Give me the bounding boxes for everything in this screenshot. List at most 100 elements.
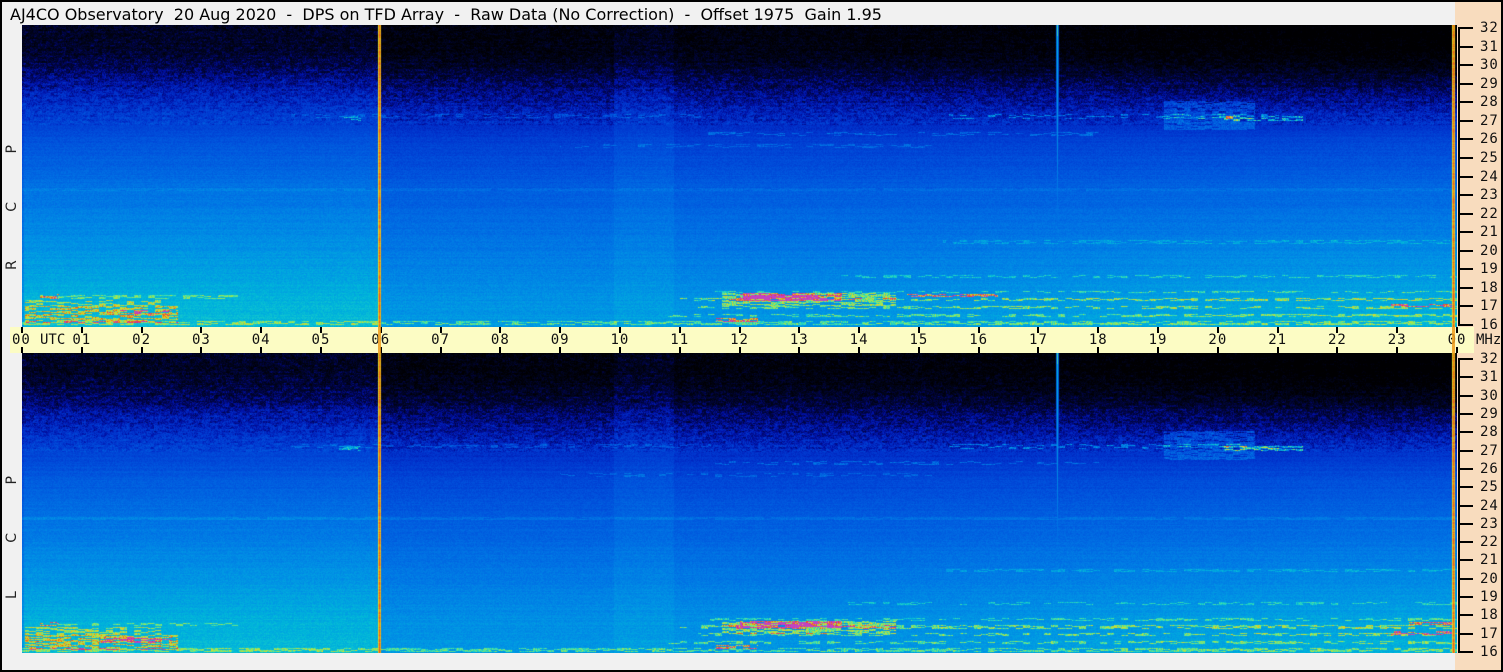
freq-tick-label: 20 — [1480, 570, 1499, 587]
freq-tick — [1458, 614, 1473, 617]
freq-tick-label: 25 — [1480, 149, 1499, 166]
freq-tick — [1458, 268, 1473, 271]
freq-tick-label: 30 — [1480, 387, 1499, 404]
time-axis: 0001020304050607080910111213141516171819… — [10, 327, 1474, 353]
freq-tick — [1458, 431, 1473, 434]
time-tick-label: 20 — [1208, 332, 1228, 348]
freq-tick — [1458, 27, 1473, 29]
freq-tick-label: 28 — [1480, 94, 1499, 111]
time-tick-label: 00 — [1447, 332, 1467, 348]
freq-tick-label: 24 — [1480, 497, 1499, 514]
freq-tick — [1458, 156, 1473, 159]
time-tick-label: 05 — [311, 332, 331, 348]
freq-tick-label: 19 — [1480, 589, 1499, 606]
freq-tick-label: 27 — [1480, 442, 1499, 459]
freq-tick-label: 28 — [1480, 424, 1499, 441]
spectrogram-panel-lcp — [22, 353, 1457, 653]
cal-line-overlay — [378, 327, 381, 353]
freq-tick — [1458, 82, 1473, 85]
freq-tick — [1458, 632, 1473, 635]
lcp-axis-label: L C P — [4, 459, 20, 599]
freq-tick — [1458, 138, 1473, 141]
freq-tick — [1458, 376, 1473, 379]
page-title: AJ4CO Observatory 20 Aug 2020 - DPS on T… — [10, 5, 882, 24]
freq-tick-label: 31 — [1480, 369, 1499, 386]
freq-tick-label: 24 — [1480, 168, 1499, 185]
time-tick-label: 17 — [1029, 332, 1048, 348]
freq-tick-label: 19 — [1480, 261, 1499, 278]
freq-tick-label: 30 — [1480, 57, 1499, 74]
time-tick-label: 15 — [909, 332, 929, 348]
freq-tick — [1458, 45, 1473, 48]
freq-tick-label: 16 — [1480, 317, 1499, 333]
freq-tick — [1458, 522, 1473, 525]
freq-tick-label: 18 — [1480, 607, 1499, 624]
freq-tick-label: 29 — [1480, 75, 1499, 92]
time-tick-label: 23 — [1387, 332, 1407, 348]
freq-tick — [1458, 541, 1473, 544]
freq-tick-label: 32 — [1480, 20, 1499, 36]
freq-tick — [1458, 504, 1473, 507]
freq-tick-label: 21 — [1480, 224, 1499, 241]
cal-line-overlay — [1452, 327, 1455, 353]
freq-tick — [1458, 467, 1473, 470]
freq-tick — [1458, 559, 1473, 562]
freq-tick — [1458, 194, 1473, 197]
freq-tick — [1458, 64, 1473, 67]
spectrogram-panel-rcp — [22, 25, 1457, 327]
time-tick-label: 08 — [490, 332, 510, 348]
freq-tick — [1458, 596, 1473, 599]
utc-unit-label: UTC — [40, 332, 66, 348]
freq-tick — [1458, 305, 1473, 308]
freq-tick-label: 18 — [1480, 279, 1499, 296]
freq-tick — [1458, 175, 1473, 178]
lcp-spectrogram-canvas — [22, 353, 1457, 653]
time-tick-label: 21 — [1268, 332, 1288, 348]
freq-tick — [1458, 231, 1473, 234]
freq-tick — [1458, 324, 1473, 326]
freq-tick-label: 26 — [1480, 460, 1499, 477]
freq-tick-label: 22 — [1480, 205, 1499, 222]
freq-tick-label: 29 — [1480, 405, 1499, 422]
freq-tick-label: 27 — [1480, 112, 1499, 129]
freq-tick — [1458, 394, 1473, 397]
freq-tick-label: 23 — [1480, 187, 1499, 204]
freq-tick — [1458, 358, 1473, 360]
freq-tick-label: 17 — [1480, 298, 1499, 315]
time-tick-label: 12 — [730, 332, 749, 348]
freq-tick-label: 21 — [1480, 552, 1499, 569]
time-tick-label: 13 — [789, 332, 809, 348]
freq-tick — [1458, 249, 1473, 252]
time-tick-label: 09 — [550, 332, 570, 348]
freq-tick — [1458, 101, 1473, 104]
time-tick-label: 18 — [1088, 332, 1108, 348]
freq-tick-label: 32 — [1480, 351, 1499, 367]
time-tick-label: 03 — [191, 332, 211, 348]
time-tick-label: 01 — [72, 332, 92, 348]
freq-tick-label: 31 — [1480, 38, 1499, 55]
freq-tick — [1458, 286, 1473, 289]
freq-tick — [1458, 412, 1473, 415]
time-tick-label: 04 — [251, 332, 271, 348]
time-tick-label: 14 — [849, 332, 869, 348]
freq-tick-label: 17 — [1480, 625, 1499, 642]
time-tick-label: 16 — [969, 332, 989, 348]
freq-tick — [1458, 651, 1473, 653]
time-tick-label: 19 — [1148, 332, 1168, 348]
time-tick-label: 10 — [610, 332, 630, 348]
freq-tick — [1458, 119, 1473, 122]
dps-spectrogram-page: AJ4CO Observatory 20 Aug 2020 - DPS on T… — [0, 0, 1503, 672]
freq-tick-label: 20 — [1480, 242, 1499, 259]
time-tick-label: 07 — [431, 332, 450, 348]
time-tick-label: 22 — [1327, 332, 1347, 348]
time-tick-label: 11 — [670, 332, 690, 348]
freq-tick — [1458, 449, 1473, 452]
freq-tick-label: 26 — [1480, 131, 1499, 148]
freq-tick-label: 16 — [1480, 644, 1499, 660]
freq-tick-label: 22 — [1480, 534, 1499, 551]
freq-tick — [1458, 212, 1473, 215]
time-tick-label: 00 — [12, 332, 31, 348]
freq-tick-label: 25 — [1480, 479, 1499, 496]
time-tick-label: 02 — [132, 332, 151, 348]
freq-tick-label: 23 — [1480, 515, 1499, 532]
